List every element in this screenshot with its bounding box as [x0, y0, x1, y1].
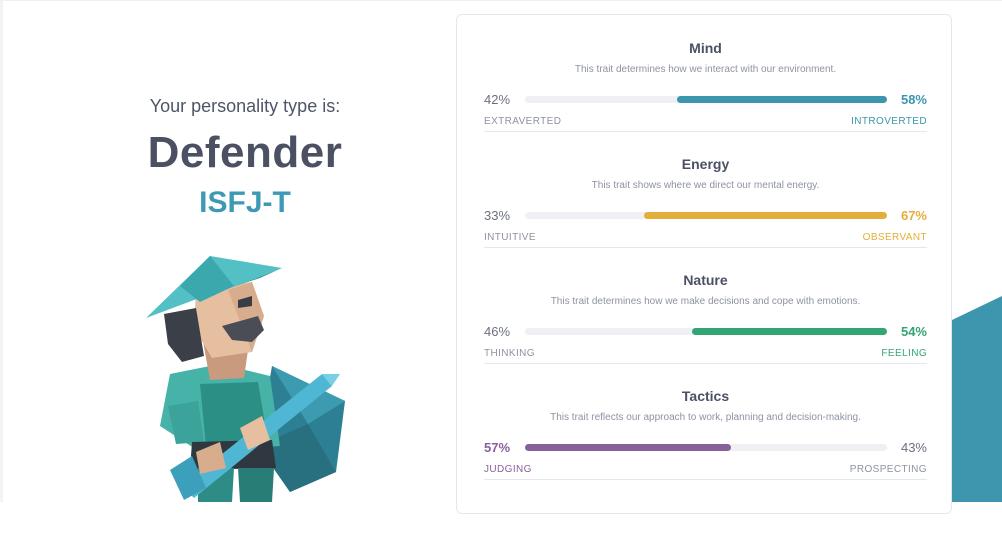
- trait-left-label: INTUITIVE: [484, 232, 536, 243]
- trait-left-percent: 42%: [484, 92, 511, 107]
- trait-right-percent: 58%: [900, 92, 927, 107]
- trait-bar-fill: [677, 96, 887, 103]
- left-edge: [0, 0, 3, 502]
- trait-bar-fill: [525, 444, 732, 451]
- trait-left-label: JUDGING: [484, 464, 532, 475]
- trait-bar-track: [525, 212, 887, 219]
- trait-description: This trait shows where we direct our men…: [591, 180, 820, 191]
- defender-illustration-icon: [146, 256, 345, 502]
- trait-energy: Energy This trait shows where we direct …: [484, 131, 927, 248]
- trait-right-label: FEELING: [881, 348, 927, 359]
- trait-title: Nature: [683, 272, 728, 288]
- trait-bar-fill: [644, 212, 887, 219]
- trait-right-label: OBSERVANT: [862, 232, 927, 243]
- trait-left-percent: 57%: [484, 440, 511, 455]
- personality-type-label: Your personality type is:: [149, 96, 341, 116]
- trait-right-percent: 43%: [900, 440, 927, 455]
- trait-tactics: Tactics This trait reflects our approach…: [484, 363, 927, 480]
- trait-right-label: INTROVERTED: [851, 116, 927, 127]
- personality-type-code: ISFJ-T: [199, 186, 291, 219]
- trait-title: Tactics: [681, 388, 730, 404]
- trait-left-percent: 33%: [484, 208, 511, 223]
- trait-bar-track: [525, 96, 887, 103]
- trait-left-label: THINKING: [484, 348, 535, 359]
- trait-bar-track: [525, 444, 887, 451]
- decorative-accent-shape: [952, 296, 1002, 502]
- trait-right-percent: 67%: [900, 208, 927, 223]
- trait-left-percent: 46%: [484, 324, 511, 339]
- traits-card: Mind This trait determines how we intera…: [456, 14, 952, 514]
- trait-description: This trait reflects our approach to work…: [550, 412, 861, 423]
- top-divider: [0, 0, 1002, 1]
- trait-left-label: EXTRAVERTED: [484, 116, 562, 127]
- trait-mind: Mind This trait determines how we intera…: [484, 15, 927, 132]
- trait-description: This trait determines how we make decisi…: [550, 296, 861, 307]
- trait-right-label: PROSPECTING: [849, 464, 927, 475]
- trait-title: Mind: [689, 40, 722, 56]
- trait-right-percent: 54%: [900, 324, 927, 339]
- trait-description: This trait determines how we interact wi…: [574, 64, 837, 75]
- trait-nature: Nature This trait determines how we make…: [484, 247, 927, 364]
- trait-bar-track: [525, 328, 887, 335]
- trait-title: Energy: [681, 156, 730, 172]
- trait-bar-fill: [691, 328, 887, 335]
- personality-type-name: Defender: [147, 128, 343, 177]
